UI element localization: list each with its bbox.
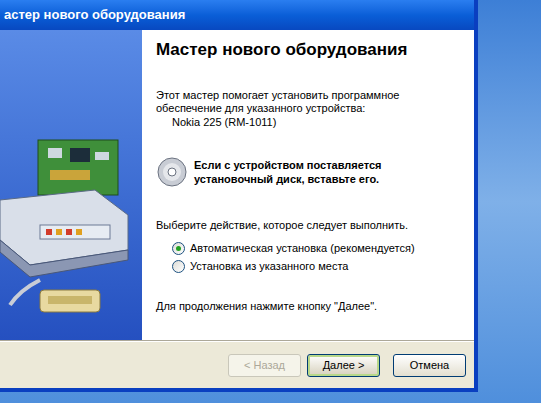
wizard-button[interactable]: < Назад: [228, 354, 301, 377]
wizard-window: астер нового оборудования Мастер нового о…: [0, 0, 478, 392]
radio-circle[interactable]: [172, 242, 185, 255]
main-panel: Мастер нового оборудования Этот мастер по…: [142, 30, 474, 340]
footer-text: Для продолжения нажмите кнопку "Далее".: [156, 300, 466, 313]
content-area: Мастер нового оборудования Этот мастер по…: [0, 30, 474, 340]
device-name: Nokia 225 (RM-1011): [156, 116, 466, 129]
radio-dot: [176, 246, 181, 251]
wizard-button[interactable]: Далее >: [307, 354, 380, 377]
button-bar: < Назад Далее > Отмена: [0, 342, 474, 388]
window-title: астер нового оборудования: [4, 5, 185, 25]
option[interactable]: Установка из указанного места: [172, 260, 466, 273]
disk-hint-row: Если с устройством поставляется установо…: [156, 156, 466, 188]
intro-text: Этот мастер помогает установить программ…: [156, 89, 426, 115]
side-panel: [0, 30, 142, 340]
wizard-body: Мастер нового оборудования Этот мастер по…: [0, 30, 474, 388]
disk-hint: Если с устройством поставляется установо…: [194, 158, 444, 186]
title-bar[interactable]: астер нового оборудования: [0, 0, 474, 30]
hardware-icon: [0, 130, 130, 320]
desktop: астер нового оборудования Мастер нового о…: [0, 0, 541, 403]
radio-circle[interactable]: [172, 260, 185, 273]
separator: [0, 340, 474, 342]
prompt-text: Выберите действие, которое следует выпол…: [156, 219, 466, 232]
options: Автоматическая установка (рекомендуется)…: [156, 242, 466, 273]
heading: Мастер нового оборудования: [156, 39, 466, 61]
option-label: Автоматическая установка (рекомендуется): [190, 242, 415, 255]
option-label: Установка из указанного места: [190, 260, 348, 273]
option[interactable]: Автоматическая установка (рекомендуется): [172, 242, 466, 255]
cd-icon: [156, 156, 188, 188]
wizard-button[interactable]: Отмена: [393, 354, 466, 377]
